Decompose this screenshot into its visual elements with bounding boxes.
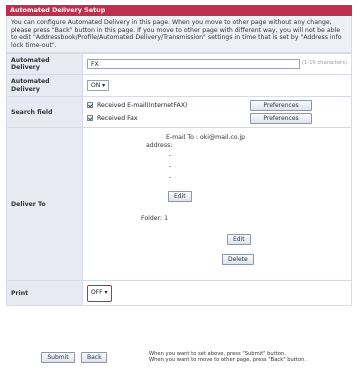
print-highlight-frame: OFF ▾ (87, 284, 112, 302)
email-search-row: Received E-mail(InternetFAX) Preferences (87, 100, 347, 112)
deliver-to-block: E-mail To : oki@mail.co.jp address: - - … (83, 128, 351, 280)
search-field-label: Search field (6, 96, 83, 129)
footer-note: When you want to set above, press "Submi… (149, 351, 306, 364)
email-checkbox-label: Received E-mail(InternetFAX) (96, 102, 188, 110)
fax-checkbox-label: Received Fax (96, 115, 138, 123)
back-button[interactable]: Back (81, 352, 107, 363)
automated-delivery-toggle-cell: ON ▾ (82, 74, 352, 98)
folder-delete-button[interactable]: Delete (222, 254, 254, 266)
print-label: Print (6, 280, 83, 307)
submit-button[interactable]: Submit (41, 352, 75, 363)
deliver-to-label: Deliver To (6, 127, 83, 282)
email-checkbox[interactable] (87, 102, 93, 109)
automated-delivery-toggle-label: Automated Delivery (6, 74, 83, 98)
deliver-to-cell: E-mail To : oki@mail.co.jp address: - - … (82, 127, 352, 282)
address-bullet-3: - (169, 174, 172, 182)
print-cell: OFF ▾ (82, 280, 352, 307)
fax-preferences-button[interactable]: Preferences (250, 113, 312, 125)
print-select-value: OFF (91, 288, 103, 296)
print-select[interactable]: OFF ▾ (91, 287, 108, 299)
automated-delivery-panel: Automated Delivery Setup You can configu… (6, 5, 352, 307)
triangle-down-icon: ▾ (104, 288, 108, 296)
footer-note-line-2: When you want to move to other page, pre… (149, 357, 307, 364)
folder-edit-button[interactable]: Edit (227, 234, 251, 246)
triangle-down-icon: ▾ (102, 82, 106, 90)
automated-delivery-select[interactable]: ON ▾ (87, 80, 110, 92)
intro-text: You can configure Automated Delivery in … (6, 16, 352, 54)
address-bullet-1: - (169, 152, 172, 160)
address-bullet-2: - (169, 163, 172, 171)
footer-bar: Submit Back When you want to set above, … (41, 351, 341, 365)
email-edit-button[interactable]: Edit (168, 191, 192, 203)
name-length-hint: (1-16 characters) (301, 60, 347, 67)
settings-table: Automated Delivery FX (1-16 characters) … (6, 53, 352, 307)
automated-delivery-name-label: Automated Delivery (6, 53, 83, 76)
automated-delivery-select-value: ON (91, 82, 101, 90)
automated-delivery-name-input[interactable]: FX (87, 59, 300, 70)
address-label: address: (146, 142, 173, 150)
folder-destination: Folder: 1 (141, 215, 169, 223)
email-preferences-button[interactable]: Preferences (250, 100, 312, 112)
fax-checkbox[interactable] (87, 115, 93, 122)
email-destination: E-mail To : oki@mail.co.jp (166, 134, 246, 142)
search-field-cell: Received E-mail(InternetFAX) Preferences… (82, 96, 352, 129)
automated-delivery-name-cell: FX (1-16 characters) (82, 53, 352, 76)
panel-title: Automated Delivery Setup (6, 5, 352, 16)
fax-search-row: Received Fax Preferences (87, 113, 347, 125)
